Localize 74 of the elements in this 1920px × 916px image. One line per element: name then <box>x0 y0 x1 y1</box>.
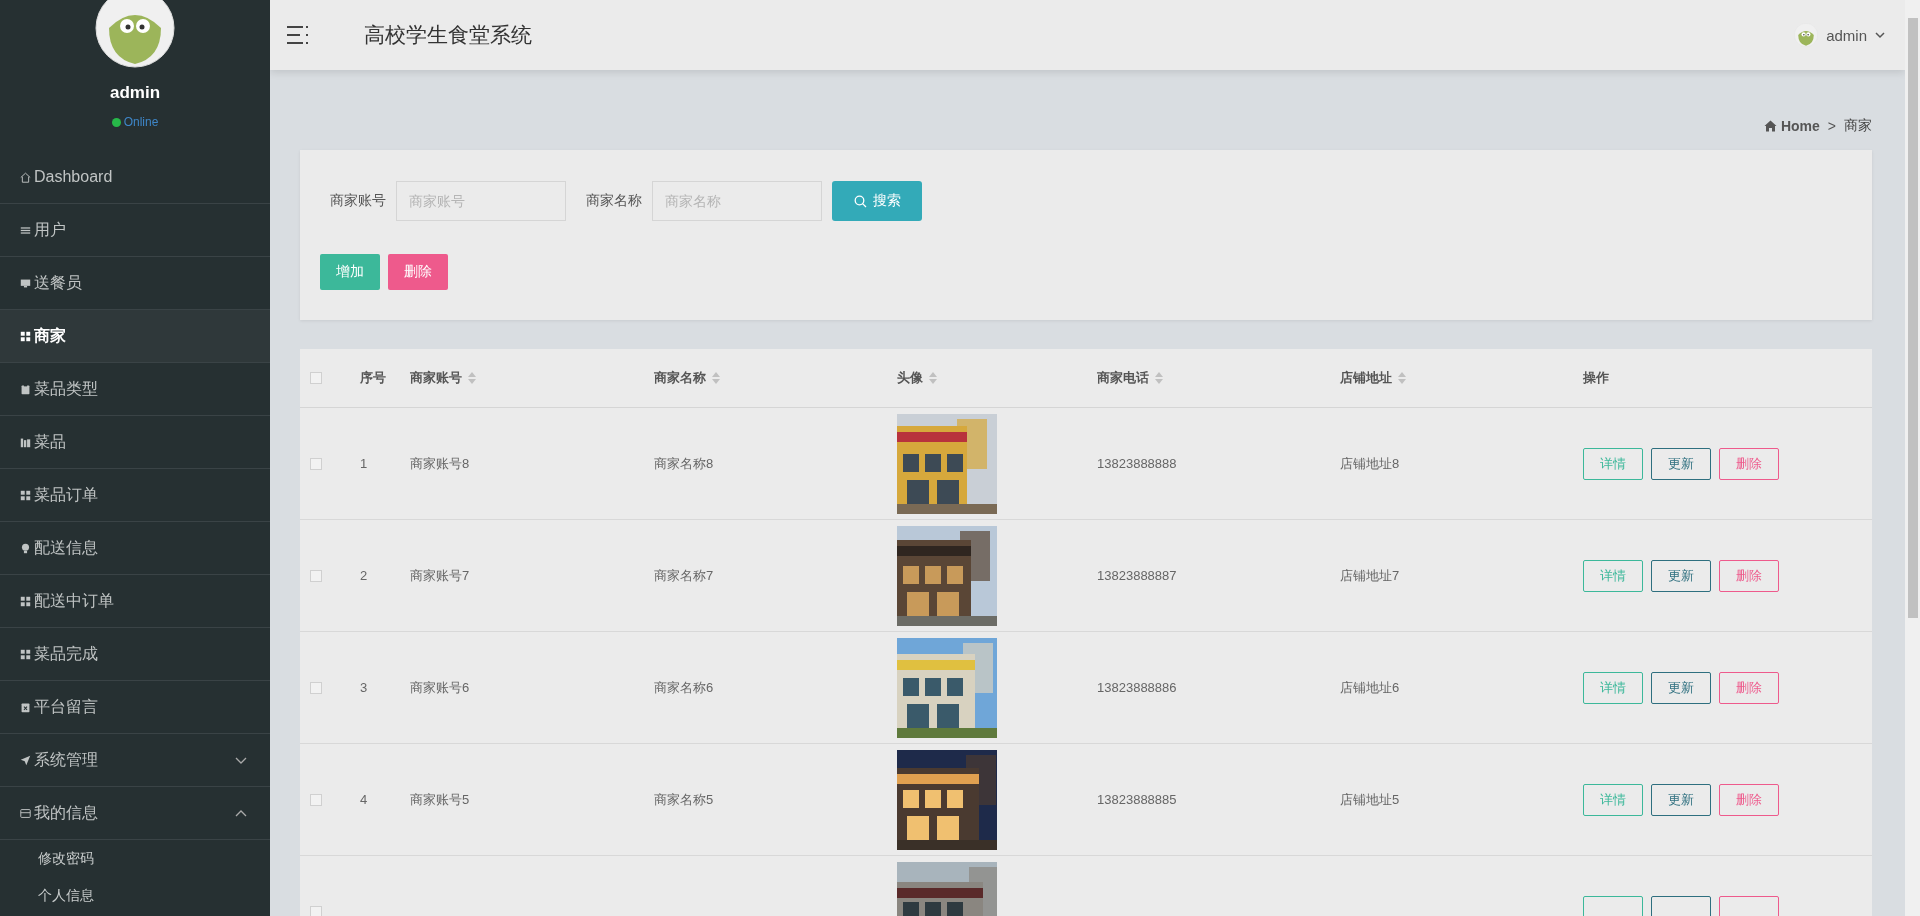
update-button[interactable]: 更新 <box>1651 447 1711 480</box>
home-icon <box>20 171 31 183</box>
monitor-icon <box>20 277 31 289</box>
table-cell-text: 店铺地址7 <box>1339 566 1401 585</box>
table-cell-text: 商家名称5 <box>653 790 715 809</box>
column-header[interactable]: 商家名称 <box>654 369 706 387</box>
table-cell-text: 13823888888 <box>1096 456 1178 471</box>
submenu-item[interactable]: 修改密码 <box>0 840 270 877</box>
table-cell-text: 4 <box>359 792 369 807</box>
table-cell-text: 商家名称8 <box>653 454 715 473</box>
table-cell-text: 1 <box>359 456 369 471</box>
table-cell-text: 店铺地址8 <box>1339 454 1401 473</box>
clipboard-icon <box>20 383 31 395</box>
table-cell-text: 商家账号6 <box>409 678 471 697</box>
search-icon <box>853 194 867 208</box>
sort-icon[interactable] <box>1398 372 1406 384</box>
sort-icon[interactable] <box>468 372 476 384</box>
table-cell-text: 商家账号5 <box>409 790 471 809</box>
list-icon <box>20 224 31 236</box>
column-header: 操作 <box>1583 369 1609 387</box>
grid-icon <box>20 595 31 607</box>
submenu-item[interactable]: 个人信息 <box>0 877 270 914</box>
update-button[interactable]: 更新 <box>1651 559 1711 592</box>
update-button[interactable]: 更新 <box>1651 671 1711 704</box>
sidebar-item[interactable]: 商家 <box>0 310 270 363</box>
column-header[interactable]: 店铺地址 <box>1340 369 1392 387</box>
table-cell-text: 13823888887 <box>1096 568 1178 583</box>
clipboard-icon <box>20 701 31 713</box>
breadcrumb-current: 商家 <box>1844 117 1872 135</box>
table-cell-text: 商家名称7 <box>653 566 715 585</box>
field-label: 商家账号 <box>330 192 386 210</box>
grid-icon <box>20 330 31 342</box>
table-cell-text: 商家账号8 <box>409 454 471 473</box>
sort-icon[interactable] <box>1155 372 1163 384</box>
user-name: admin <box>108 83 162 103</box>
row-checkbox[interactable] <box>310 793 322 806</box>
column-header[interactable]: 商家账号 <box>410 369 462 387</box>
menu-icon[interactable] <box>287 24 311 46</box>
table-cell-text: 13823888886 <box>1096 680 1178 695</box>
bulb-icon <box>20 542 31 554</box>
status-dot <box>111 117 121 127</box>
caret-icon[interactable] <box>1875 30 1885 40</box>
grid-icon <box>20 489 31 501</box>
sort-icon[interactable] <box>929 372 937 384</box>
grid-icon <box>20 648 31 660</box>
field-label: 商家名称 <box>586 192 642 210</box>
bar-chart-icon <box>20 436 31 448</box>
delete-button[interactable]: 删除 <box>388 254 448 290</box>
breadcrumb-link[interactable]: Home <box>1780 118 1820 134</box>
table-cell-text: 商家名称6 <box>653 678 715 697</box>
row-checkbox[interactable] <box>310 681 322 694</box>
row-checkbox[interactable] <box>310 457 322 470</box>
sort-icon[interactable] <box>712 372 720 384</box>
app-title: 高校学生食堂系统 <box>364 22 533 48</box>
paper-plane-icon <box>20 754 31 766</box>
row-checkbox[interactable] <box>310 905 322 916</box>
table-cell-text: 店铺地址6 <box>1339 678 1401 697</box>
user-menu[interactable]: admin <box>1826 26 1867 44</box>
home-icon <box>1763 120 1777 132</box>
column-header: 序号 <box>360 369 386 387</box>
select-all-checkbox[interactable] <box>310 372 322 384</box>
table-cell-text: 店铺地址5 <box>1339 790 1401 809</box>
card-icon <box>20 807 31 819</box>
table-cell-text: 商家账号7 <box>409 566 471 585</box>
row-checkbox[interactable] <box>310 569 322 582</box>
breadcrumb-separator: > <box>1827 118 1836 134</box>
table-cell-text: 13823888885 <box>1096 792 1178 807</box>
status-text: Online <box>123 115 159 129</box>
scrollbar-thumb[interactable] <box>1907 18 1918 618</box>
table-cell-text: 2 <box>359 568 369 583</box>
table-cell-text: 3 <box>359 680 369 695</box>
column-header[interactable]: 头像 <box>897 369 923 387</box>
update-button[interactable]: 更新 <box>1651 783 1711 816</box>
column-header[interactable]: 商家电话 <box>1097 369 1149 387</box>
